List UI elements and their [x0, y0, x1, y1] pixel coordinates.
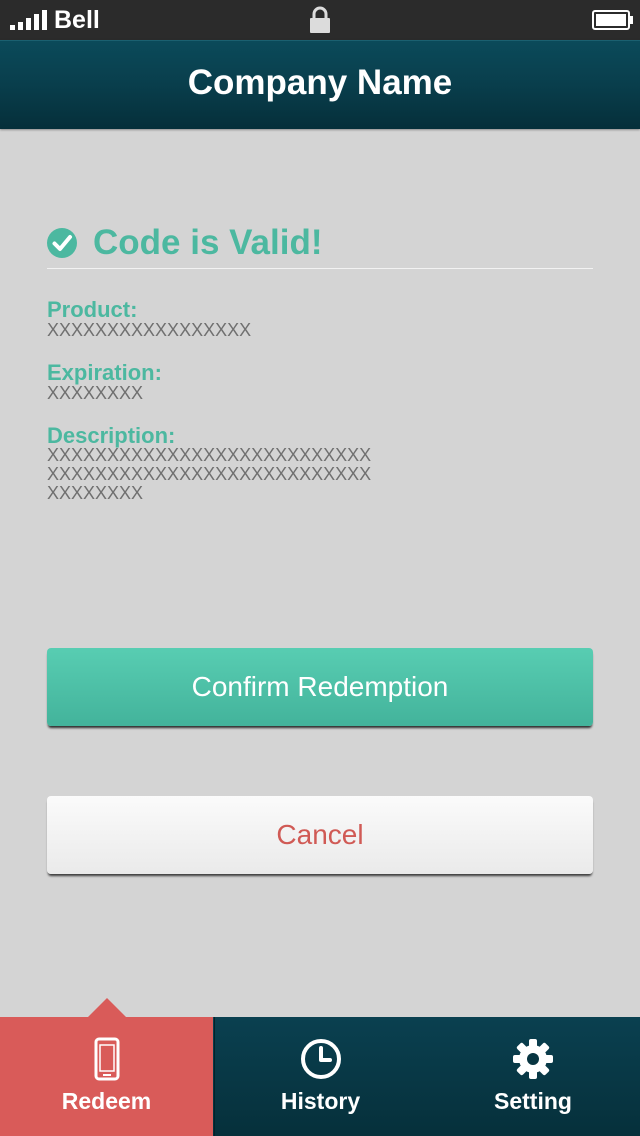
- clock-icon: [300, 1039, 341, 1079]
- expiration-label: Expiration:: [47, 360, 162, 385]
- nav-bar: Company Name: [0, 40, 640, 129]
- product-value: XXXXXXXXXXXXXXXXX: [47, 320, 252, 340]
- checkmark-circle-icon: [47, 228, 77, 258]
- product-label: Product:: [47, 297, 138, 322]
- gear-icon: [513, 1039, 553, 1079]
- tab-setting[interactable]: Setting: [426, 1017, 640, 1136]
- carrier-name: Bell: [54, 6, 100, 34]
- tab-setting-label: Setting: [494, 1088, 572, 1114]
- tab-redeem-label: Redeem: [61, 1088, 152, 1114]
- tab-bar: Redeem History Setting: [0, 998, 640, 1136]
- phone-icon: [94, 1037, 119, 1081]
- cancel-button[interactable]: Cancel: [47, 796, 593, 874]
- tab-redeem[interactable]: Redeem: [0, 998, 213, 1136]
- expiration-value: XXXXXXXX: [47, 383, 144, 403]
- battery-icon: [592, 10, 633, 30]
- signal-bars-icon: [10, 10, 47, 30]
- validation-result: Code is Valid!: [47, 222, 593, 269]
- status-bar: Bell: [0, 0, 640, 40]
- validation-title: Code is Valid!: [93, 223, 323, 262]
- confirm-redemption-button[interactable]: Confirm Redemption: [47, 648, 593, 726]
- tab-history[interactable]: History: [214, 1017, 426, 1136]
- page-title: Company Name: [187, 63, 453, 102]
- tab-history-label: History: [280, 1088, 361, 1114]
- active-tab-pointer: [88, 998, 126, 1017]
- description-value: XXXXXXXXXXXXXXXXXXXXXXXXXXX XXXXXXXXXXXX…: [47, 445, 372, 503]
- lock-icon: [310, 6, 330, 33]
